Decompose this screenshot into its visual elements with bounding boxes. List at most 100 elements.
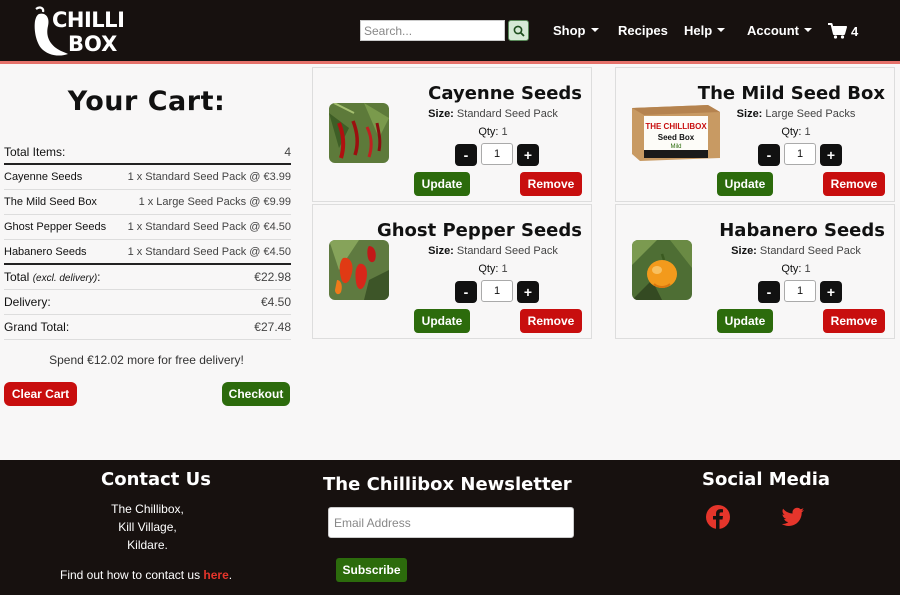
increase-qty-button[interactable]: + xyxy=(517,281,539,303)
cart-line-name: Cayenne Seeds xyxy=(4,171,83,183)
nav-help[interactable]: Help xyxy=(684,23,726,38)
increase-qty-button[interactable]: + xyxy=(820,144,842,166)
remove-button[interactable]: Remove xyxy=(823,172,885,196)
decrease-qty-button[interactable]: - xyxy=(758,144,780,166)
checkout-button[interactable]: Checkout xyxy=(222,382,290,406)
qty-value: 1 xyxy=(804,263,811,275)
chillibox-logo[interactable]: CHILLI BOX xyxy=(30,6,125,58)
product-card-habanero: Habanero Seeds Size: Standard Seed Pack … xyxy=(615,204,895,339)
box-subtitle: Seed Box xyxy=(658,133,695,142)
email-field[interactable] xyxy=(328,507,574,538)
decrease-qty-button[interactable]: - xyxy=(455,144,477,166)
product-image xyxy=(329,240,389,300)
qty-value: 1 xyxy=(501,126,508,138)
cart-summary: Total Items: 4 Cayenne Seeds 1 x Standar… xyxy=(4,140,291,340)
site-footer: Contact Us The Chillibox, Kill Village, … xyxy=(0,460,900,595)
increase-qty-button[interactable]: + xyxy=(517,144,539,166)
twitter-icon[interactable] xyxy=(780,504,806,530)
delivery-value: €4.50 xyxy=(260,295,291,309)
contact-suffix: . xyxy=(228,568,233,582)
shopping-cart-icon xyxy=(828,23,847,39)
total-label-text: Total xyxy=(4,270,30,284)
size-value: Standard Seed Pack xyxy=(456,245,558,257)
address-line: Kildare. xyxy=(127,538,168,552)
cart-line-detail: 1 x Standard Seed Pack @ €4.50 xyxy=(127,245,291,258)
social-heading: Social Media xyxy=(702,469,831,490)
qty-value: 1 xyxy=(804,126,811,138)
cart-line: The Mild Seed Box 1 x Large Seed Packs @… xyxy=(4,190,291,215)
nav-shop[interactable]: Shop xyxy=(553,23,599,38)
product-image xyxy=(632,240,692,300)
quantity-input[interactable]: 1 xyxy=(481,280,513,302)
quantity-input[interactable]: 1 xyxy=(481,143,513,165)
cart-line-name: Habanero Seeds xyxy=(4,245,87,258)
total-value: €22.98 xyxy=(254,270,291,284)
size-value: Standard Seed Pack xyxy=(759,245,861,257)
size-label: Size: xyxy=(731,245,757,257)
grand-total-row: Grand Total: €27.48 xyxy=(4,315,291,340)
total-items-value: 4 xyxy=(284,144,291,159)
remove-button[interactable]: Remove xyxy=(520,309,582,333)
decrease-qty-button[interactable]: - xyxy=(455,281,477,303)
product-name: Cayenne Seeds xyxy=(428,83,582,104)
update-button[interactable]: Update xyxy=(414,172,470,196)
product-image xyxy=(329,103,389,163)
total-label-suffix: : xyxy=(97,270,101,284)
qty-label: Qty: xyxy=(781,126,802,138)
nav-recipes[interactable]: Recipes xyxy=(618,23,668,38)
total-label: Total (excl. delivery): xyxy=(4,270,101,284)
address-line: The Chillibox, xyxy=(111,502,184,516)
contact-link[interactable]: here xyxy=(203,568,228,582)
logo-text-top: CHILLI xyxy=(52,8,125,32)
update-button[interactable]: Update xyxy=(717,172,773,196)
product-size: Size: Standard Seed Pack xyxy=(696,245,896,257)
cart-line-detail: 1 x Large Seed Packs @ €9.99 xyxy=(138,196,291,208)
nav-recipes-label: Recipes xyxy=(618,23,668,38)
product-name: Ghost Pepper Seeds xyxy=(376,220,582,241)
grand-total-value: €27.48 xyxy=(254,320,291,334)
subscribe-button[interactable]: Subscribe xyxy=(336,558,407,582)
product-card-ghost-pepper: Ghost Pepper Seeds Size: Standard Seed P… xyxy=(312,204,592,339)
cart-line: Ghost Pepper Seeds 1 x Standard Seed Pac… xyxy=(4,215,291,240)
product-card-cayenne: Cayenne Seeds Size: Standard Seed Pack Q… xyxy=(312,67,592,202)
quantity-input[interactable]: 1 xyxy=(784,280,816,302)
delivery-row: Delivery: €4.50 xyxy=(4,290,291,315)
remove-button[interactable]: Remove xyxy=(520,172,582,196)
product-size: Size: Standard Seed Pack xyxy=(393,108,593,120)
decrease-qty-button[interactable]: - xyxy=(758,281,780,303)
quantity-input[interactable]: 1 xyxy=(784,143,816,165)
size-label: Size: xyxy=(736,108,763,120)
update-button[interactable]: Update xyxy=(414,309,470,333)
qty-label: Qty: xyxy=(478,126,499,138)
size-value: Standard Seed Pack xyxy=(456,108,558,120)
product-name: Habanero Seeds xyxy=(719,220,885,241)
product-name: The Mild Seed Box xyxy=(697,83,885,104)
increase-qty-button[interactable]: + xyxy=(820,281,842,303)
clear-cart-button[interactable]: Clear Cart xyxy=(4,382,77,406)
total-note: (excl. delivery) xyxy=(32,273,98,284)
search-input[interactable] xyxy=(360,20,505,41)
search-button[interactable] xyxy=(508,20,529,41)
nav-account[interactable]: Account xyxy=(747,23,812,38)
size-value: Large Seed Packs xyxy=(765,108,856,120)
facebook-icon[interactable] xyxy=(705,504,731,530)
cart-line-detail: 1 x Standard Seed Pack @ €4.50 xyxy=(127,221,291,233)
qty-label: Qty: xyxy=(781,263,802,275)
total-items-row: Total Items: 4 xyxy=(4,140,291,165)
size-label: Size: xyxy=(428,108,454,120)
size-label: Size: xyxy=(428,245,454,257)
product-card-mild-seed-box: THE CHILLIBOX Seed Box Mild The Mild See… xyxy=(615,67,895,202)
remove-button[interactable]: Remove xyxy=(823,309,885,333)
product-size: Size: Large Seed Packs xyxy=(696,108,896,120)
cart-line: Cayenne Seeds 1 x Standard Seed Pack @ €… xyxy=(4,165,291,190)
nav-cart[interactable]: 4 xyxy=(828,23,858,39)
update-button[interactable]: Update xyxy=(717,309,773,333)
free-delivery-message: Spend €12.02 more for free delivery! xyxy=(49,353,244,367)
grand-total-label: Grand Total: xyxy=(4,320,70,334)
site-header: CHILLI BOX Shop Recipes Help Account 4 xyxy=(0,0,900,64)
newsletter-heading: The Chillibox Newsletter xyxy=(323,474,572,495)
cart-title: Your Cart: xyxy=(67,86,226,117)
product-size: Size: Standard Seed Pack xyxy=(393,245,593,257)
contact-heading: Contact Us xyxy=(101,469,212,490)
chevron-down-icon xyxy=(590,28,599,32)
